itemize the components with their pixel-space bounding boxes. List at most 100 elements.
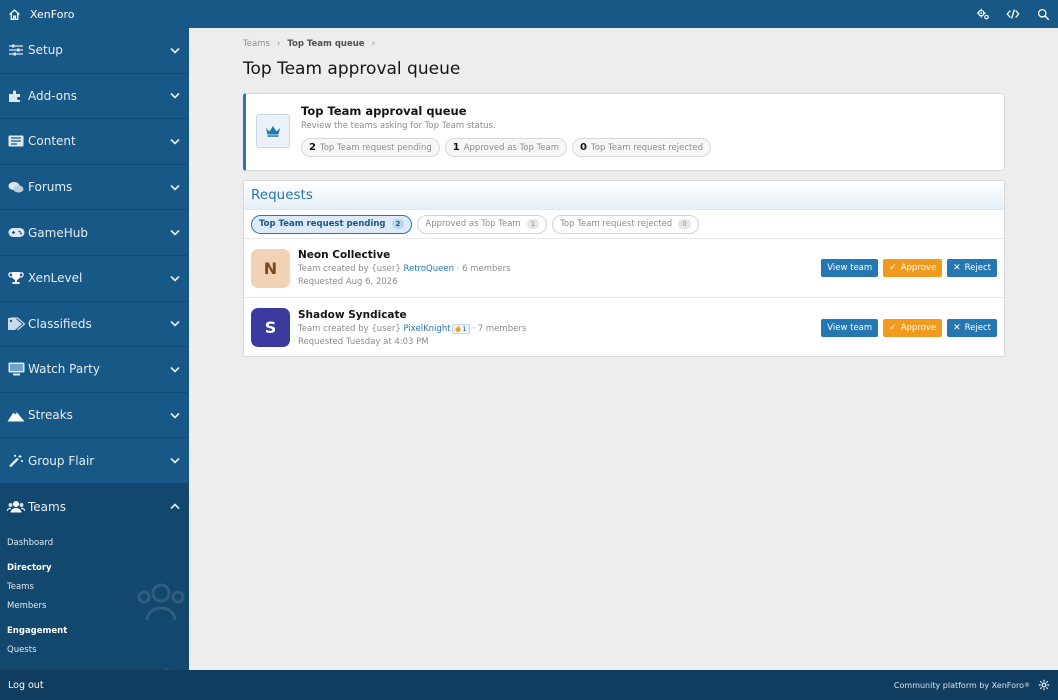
main-content: Teams › Top Team queue › Top Team approv… [189, 28, 1058, 670]
powered-by[interactable]: Community platform by XenForo ® [894, 681, 1030, 690]
chevron-down-icon [168, 320, 182, 327]
comments-icon [7, 180, 25, 194]
chevron-down-icon [168, 275, 182, 282]
info-description: Review the teams asking for Top Team sta… [301, 121, 496, 131]
requests-heading: Requests [244, 181, 1004, 210]
chevron-down-icon [168, 184, 182, 191]
sidebar-item-teams[interactable]: Teams [0, 483, 189, 530]
breadcrumb-teams[interactable]: Teams [243, 39, 270, 49]
sidebar-item-classifieds[interactable]: Classifieds [0, 302, 189, 348]
trophy-icon [7, 271, 25, 285]
button-label: View team [827, 263, 873, 273]
tab-rejected[interactable]: Top Team request rejected 0 [552, 214, 699, 234]
breadcrumb: Teams › Top Team queue › [243, 38, 1004, 50]
sidebar-item-label: XenLevel [28, 271, 83, 286]
streak-badge: 1 [451, 323, 470, 334]
stat-count: 1 [452, 142, 460, 153]
button-label: Approve [900, 263, 937, 273]
tab-label: Top Team request pending [259, 219, 386, 229]
sidebar-item-xenlevel[interactable]: XenLevel [0, 256, 189, 302]
sidebar-item-label: Add-ons [28, 88, 77, 103]
team-avatar[interactable]: N [251, 248, 290, 288]
sidebar: Setup Add-ons Content Forums GameHub Xen… [0, 28, 189, 670]
stat-rejected: 0 Top Team request rejected [572, 138, 712, 157]
check-icon: ✓ [889, 263, 897, 273]
queue-info-block: Top Team approval queue Review the teams… [243, 93, 1005, 171]
badge-count: 1 [462, 324, 467, 333]
request-row: S Shadow Syndicate Team created by {user… [244, 298, 1004, 356]
approve-button[interactable]: ✓ Approve [883, 318, 943, 337]
view-team-button[interactable]: View team [821, 318, 879, 337]
view-team-button[interactable]: View team [821, 259, 879, 277]
subnav-dashboard[interactable]: Dashboard [0, 534, 189, 553]
tab-pending[interactable]: Top Team request pending 2 [251, 214, 413, 234]
page-title: Top Team approval queue [243, 59, 461, 79]
stat-approved: 1 Approved as Top Team [444, 138, 568, 157]
stat-pending: 2 Top Team request pending [301, 138, 440, 157]
creator-username[interactable]: RetroQueen [403, 264, 454, 274]
gamepad-icon [7, 226, 25, 240]
magic-wand-icon [7, 454, 25, 468]
subnav-heading-directory: Directory [7, 562, 52, 573]
logout-link[interactable]: Log out [8, 680, 44, 691]
sidebar-item-label: Streaks [28, 408, 73, 423]
search-icon[interactable] [1028, 8, 1058, 21]
requested-date: Requested Aug 6, 2026 [298, 277, 398, 287]
breadcrumb-current[interactable]: Top Team queue [287, 39, 364, 49]
gear-icon[interactable] [1038, 679, 1050, 691]
chevron-down-icon [168, 138, 182, 145]
team-name[interactable]: Neon Collective [298, 249, 816, 261]
powered-by-text: Community platform by XenForo [893, 680, 1024, 690]
footer: Log out Community platform by XenForo ® [0, 670, 1058, 700]
tab-label: Approved as Top Team [425, 219, 521, 229]
users-icon [7, 500, 25, 514]
reject-button[interactable]: ✕ Reject [947, 259, 997, 277]
stat-count: 2 [309, 142, 316, 153]
code-icon[interactable] [998, 7, 1028, 21]
tab-approved[interactable]: Approved as Top Team 1 [417, 214, 548, 234]
tags-icon [7, 317, 25, 331]
flame-icon [455, 325, 461, 332]
breadcrumb-separator-icon: › [371, 39, 375, 49]
button-label: Reject [964, 263, 991, 273]
close-icon: ✕ [953, 322, 961, 333]
tab-count: 0 [678, 219, 691, 229]
button-label: Approve [900, 322, 937, 333]
sidebar-item-content[interactable]: Content [0, 119, 189, 165]
top-bar: XenForo [0, 0, 1058, 28]
chevron-down-icon [168, 412, 182, 419]
sidebar-item-watch-party[interactable]: Watch Party [0, 347, 189, 393]
sidebar-item-streaks[interactable]: Streaks [0, 393, 189, 439]
sidebar-item-forums[interactable]: Forums [0, 165, 189, 211]
sidebar-item-label: GameHub [28, 225, 88, 240]
puzzle-icon [7, 89, 25, 103]
tab-count: 2 [391, 219, 405, 229]
content-icon [7, 134, 25, 148]
home-icon[interactable] [0, 8, 28, 21]
sidebar-item-group-flair[interactable]: Group Flair [0, 438, 189, 484]
filter-tabs: Top Team request pending 2 Approved as To… [244, 210, 1004, 239]
sidebar-item-label: Content [28, 134, 76, 149]
chevron-down-icon [168, 229, 182, 236]
creator-username[interactable]: PixelKnight [403, 324, 450, 334]
cogs-icon[interactable] [968, 7, 998, 21]
sidebar-item-label: Forums [28, 180, 73, 195]
reject-button[interactable]: ✕ Reject [947, 318, 997, 337]
chevron-up-icon [168, 503, 182, 510]
teams-subnav: Dashboard Directory Teams Members Engage… [0, 529, 189, 670]
sidebar-item-setup[interactable]: Setup [0, 28, 189, 74]
crown-icon [256, 114, 290, 148]
tab-label: Top Team request rejected [560, 219, 673, 229]
team-name[interactable]: Shadow Syndicate [298, 309, 816, 321]
chevron-down-icon [168, 92, 182, 100]
sidebar-item-gamehub[interactable]: GameHub [0, 210, 189, 256]
mountain-icon [7, 408, 25, 422]
brand-name[interactable]: XenForo [30, 8, 74, 21]
subnav-quests[interactable]: Quests [0, 641, 189, 660]
member-count: · 6 members [456, 264, 511, 274]
approve-button[interactable]: ✓ Approve [883, 259, 943, 277]
info-title: Top Team approval queue [301, 104, 467, 118]
team-avatar[interactable]: S [251, 308, 290, 347]
stat-count: 0 [580, 142, 588, 153]
sidebar-item-add-ons[interactable]: Add-ons [0, 74, 189, 120]
